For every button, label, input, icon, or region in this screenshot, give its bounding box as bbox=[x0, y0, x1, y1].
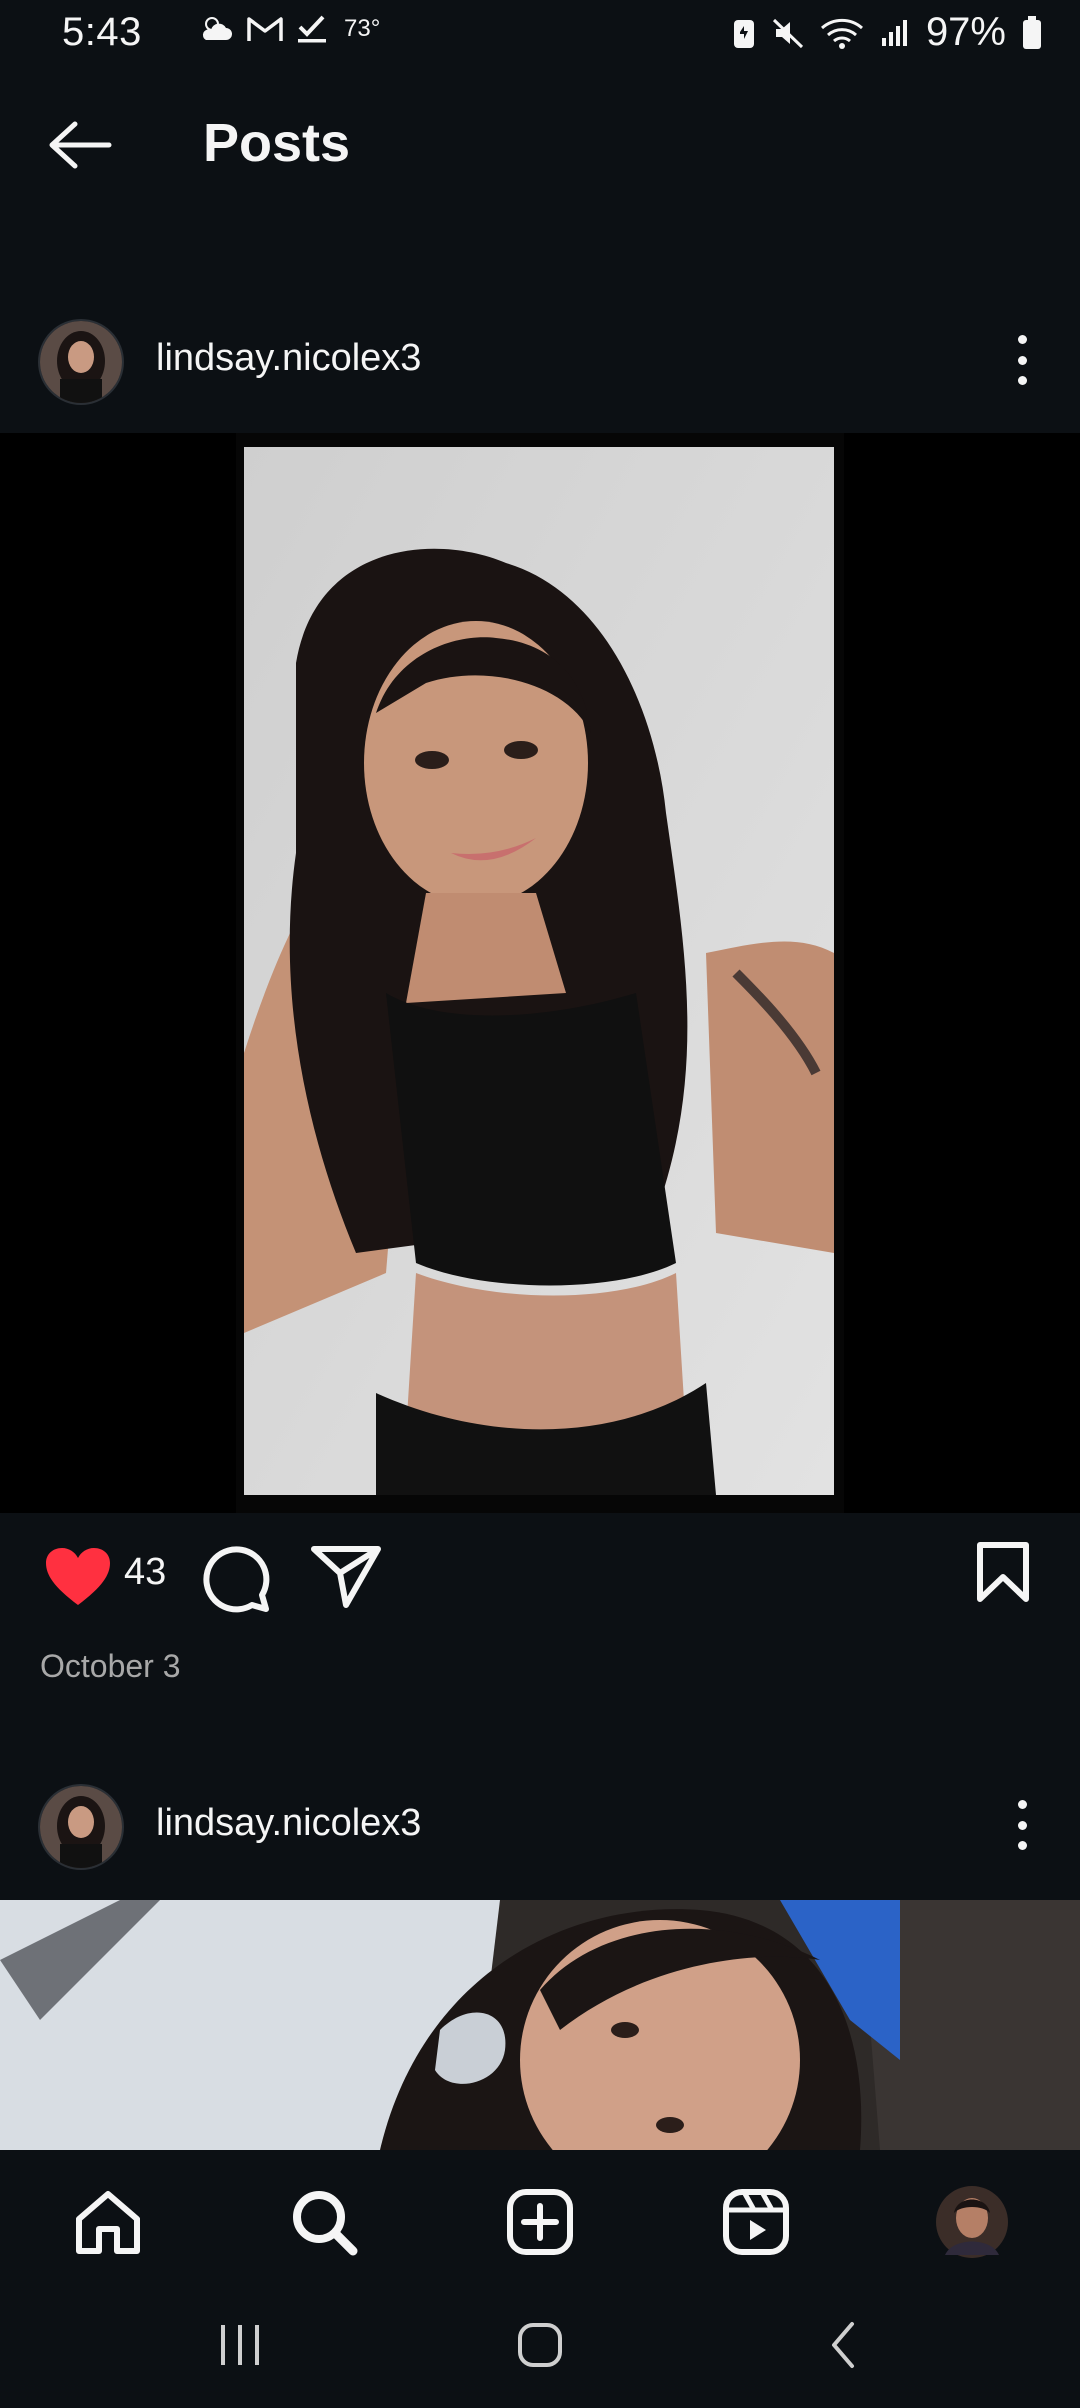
reels-icon bbox=[723, 2189, 789, 2255]
nav-search[interactable] bbox=[284, 2182, 364, 2262]
battery-icon bbox=[1023, 15, 1041, 49]
nav-reels[interactable] bbox=[716, 2182, 796, 2262]
avatar[interactable] bbox=[38, 1784, 124, 1870]
status-temperature: 73° bbox=[344, 15, 381, 42]
home-circle-icon bbox=[518, 2323, 562, 2367]
like-button[interactable] bbox=[44, 1547, 112, 1612]
system-home-button[interactable] bbox=[500, 2315, 580, 2375]
save-button[interactable] bbox=[976, 1541, 1030, 1608]
speech-bubble-icon bbox=[203, 1546, 270, 1613]
status-system-icons: 97% bbox=[732, 10, 1042, 55]
bottom-nav bbox=[0, 2150, 1080, 2285]
search-icon bbox=[293, 2191, 358, 2256]
post-header: lindsay.nicolex3 bbox=[0, 305, 1080, 415]
heart-filled-icon bbox=[46, 1548, 110, 1605]
back-button[interactable] bbox=[40, 112, 120, 178]
battery-saver-icon bbox=[733, 19, 754, 48]
post-date: October 3 bbox=[40, 1648, 181, 1684]
profile-avatar bbox=[936, 2186, 1008, 2258]
wifi-icon bbox=[820, 18, 863, 49]
more-options-button[interactable] bbox=[1002, 335, 1042, 385]
nav-create[interactable] bbox=[500, 2182, 580, 2262]
avatar-image bbox=[40, 321, 122, 403]
gmail-icon bbox=[247, 17, 283, 41]
recents-button[interactable] bbox=[200, 2315, 280, 2375]
post-media[interactable] bbox=[0, 1900, 1080, 2150]
vertical-dots-icon bbox=[1017, 1800, 1027, 1809]
avatar-image bbox=[40, 1786, 122, 1868]
more-options-button[interactable] bbox=[1002, 1800, 1042, 1850]
comment-button[interactable] bbox=[200, 1543, 272, 1620]
mute-icon bbox=[772, 18, 803, 48]
system-nav-bar bbox=[0, 2285, 1080, 2408]
task-check-icon bbox=[298, 15, 326, 43]
recents-icon bbox=[221, 2325, 259, 2365]
add-post-icon bbox=[507, 2189, 573, 2255]
status-notification-icons: 73° bbox=[198, 14, 380, 44]
status-time: 5:43 bbox=[62, 10, 142, 54]
top-app-bar: Posts bbox=[0, 100, 1080, 190]
home-icon bbox=[76, 2191, 140, 2254]
vertical-dots-icon bbox=[1017, 335, 1027, 344]
bookmark-icon bbox=[977, 1542, 1029, 1602]
page-title: Posts bbox=[203, 113, 351, 173]
post-header: lindsay.nicolex3 bbox=[0, 1770, 1080, 1880]
post-actions: 43 bbox=[0, 1513, 1080, 1633]
system-back-button[interactable] bbox=[804, 2315, 884, 2375]
post-photo bbox=[0, 1900, 1080, 2150]
avatar[interactable] bbox=[38, 319, 124, 405]
paper-plane-icon bbox=[311, 1546, 381, 1608]
like-count[interactable]: 43 bbox=[124, 1551, 166, 1594]
signal-icon bbox=[881, 19, 907, 46]
weather-icon bbox=[202, 17, 232, 40]
username[interactable]: lindsay.nicolex3 bbox=[156, 1802, 421, 1845]
back-chevron-icon bbox=[832, 2322, 854, 2368]
status-bar: 5:43 73° 97% bbox=[0, 0, 1080, 70]
username[interactable]: lindsay.nicolex3 bbox=[156, 337, 421, 380]
post-media[interactable] bbox=[0, 433, 1080, 1513]
share-button[interactable] bbox=[310, 1543, 382, 1614]
battery-percent: 97% bbox=[925, 10, 1006, 54]
nav-home[interactable] bbox=[68, 2182, 148, 2262]
arrow-left-icon bbox=[49, 121, 112, 169]
post-photo bbox=[236, 433, 844, 1513]
nav-profile[interactable] bbox=[932, 2182, 1012, 2262]
